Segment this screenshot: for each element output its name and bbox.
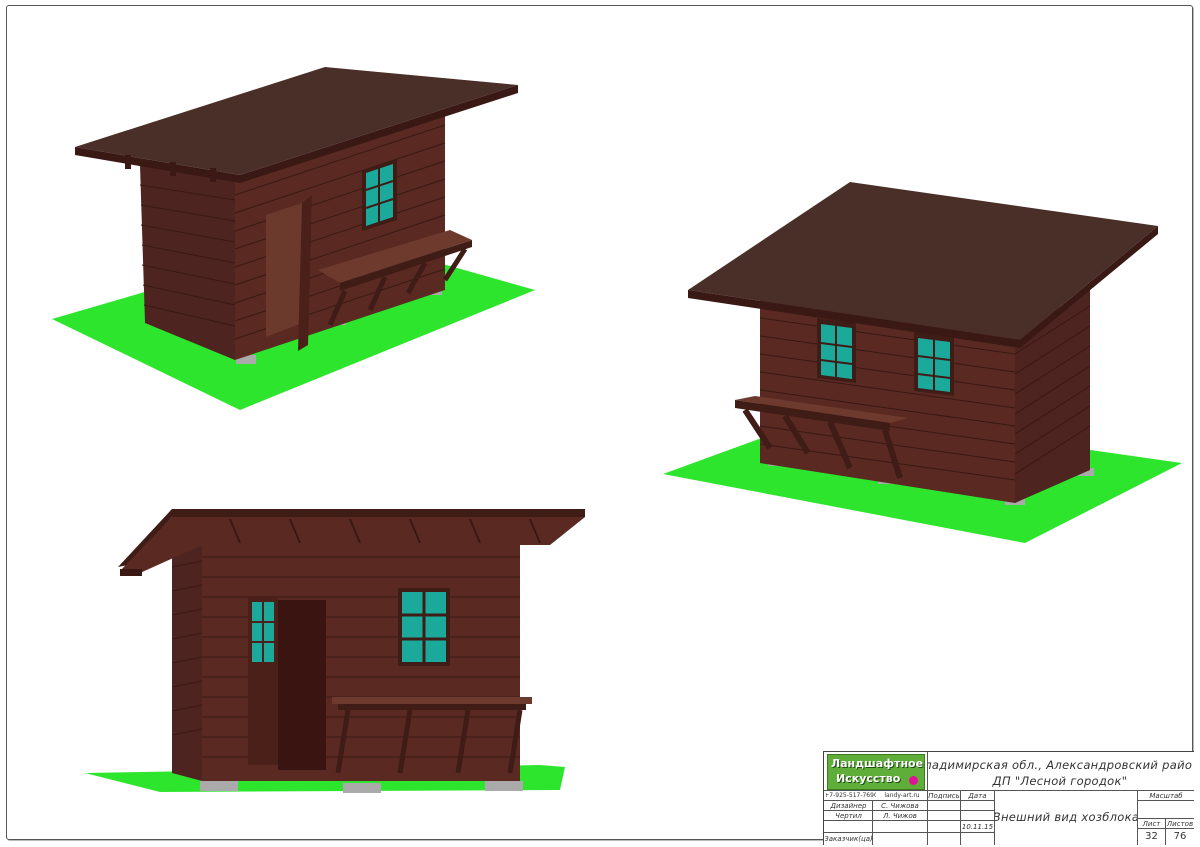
- foundation-block: [200, 781, 238, 791]
- door-leaf: [248, 597, 278, 765]
- header-scale: Масштаб: [1149, 791, 1183, 800]
- row-person: Л. Чижов: [883, 811, 917, 820]
- row-role: Дизайнер: [830, 801, 867, 810]
- wall-side: [172, 537, 202, 781]
- shelf-front: [338, 704, 526, 710]
- drawing-title: Внешний вид хозблока: [995, 810, 1137, 824]
- location-line2: ДП "Лесной городок": [992, 774, 1128, 788]
- logo-line1: Ландшафтное: [831, 757, 924, 770]
- door-opening: [266, 203, 302, 337]
- row-person: [873, 833, 927, 844]
- roof-fascia: [120, 569, 142, 576]
- logo-dot-icon: [909, 776, 918, 785]
- window: [398, 588, 450, 666]
- row-date: 10.11.15: [961, 822, 994, 831]
- foundation-block: [343, 783, 381, 793]
- header-signature: Подпись: [928, 791, 960, 800]
- sheets-total: 76: [1173, 831, 1187, 842]
- sheet-number: 32: [1145, 831, 1158, 842]
- row-date: [961, 801, 994, 810]
- header-sheets: Листов: [1166, 819, 1194, 828]
- window: [817, 318, 856, 383]
- iso-view-right: [663, 182, 1182, 543]
- front-view: [85, 509, 585, 793]
- row-role: Чертил: [835, 811, 862, 820]
- door-opening: [278, 600, 326, 770]
- window: [362, 159, 397, 231]
- shelf-top: [332, 697, 532, 704]
- row-role: Заказчик(ца): [825, 834, 872, 843]
- company-logo: Ландшафтное Искусство: [827, 754, 925, 790]
- iso-view-left: [52, 67, 535, 410]
- header-sheet: Лист: [1142, 819, 1161, 828]
- foundation-block: [485, 781, 523, 791]
- row-person: С. Чижова: [881, 801, 919, 810]
- window: [914, 332, 954, 396]
- header-date: Дата: [968, 791, 987, 800]
- row-date: [961, 833, 994, 844]
- title-block: Ландшафтное Искусство +7-925-517-7690 la…: [823, 751, 1194, 845]
- company-phone: +7-925-517-7690: [826, 791, 876, 799]
- logo-line2: Искусство: [836, 772, 901, 785]
- company-site: landy-art.ru: [884, 791, 920, 799]
